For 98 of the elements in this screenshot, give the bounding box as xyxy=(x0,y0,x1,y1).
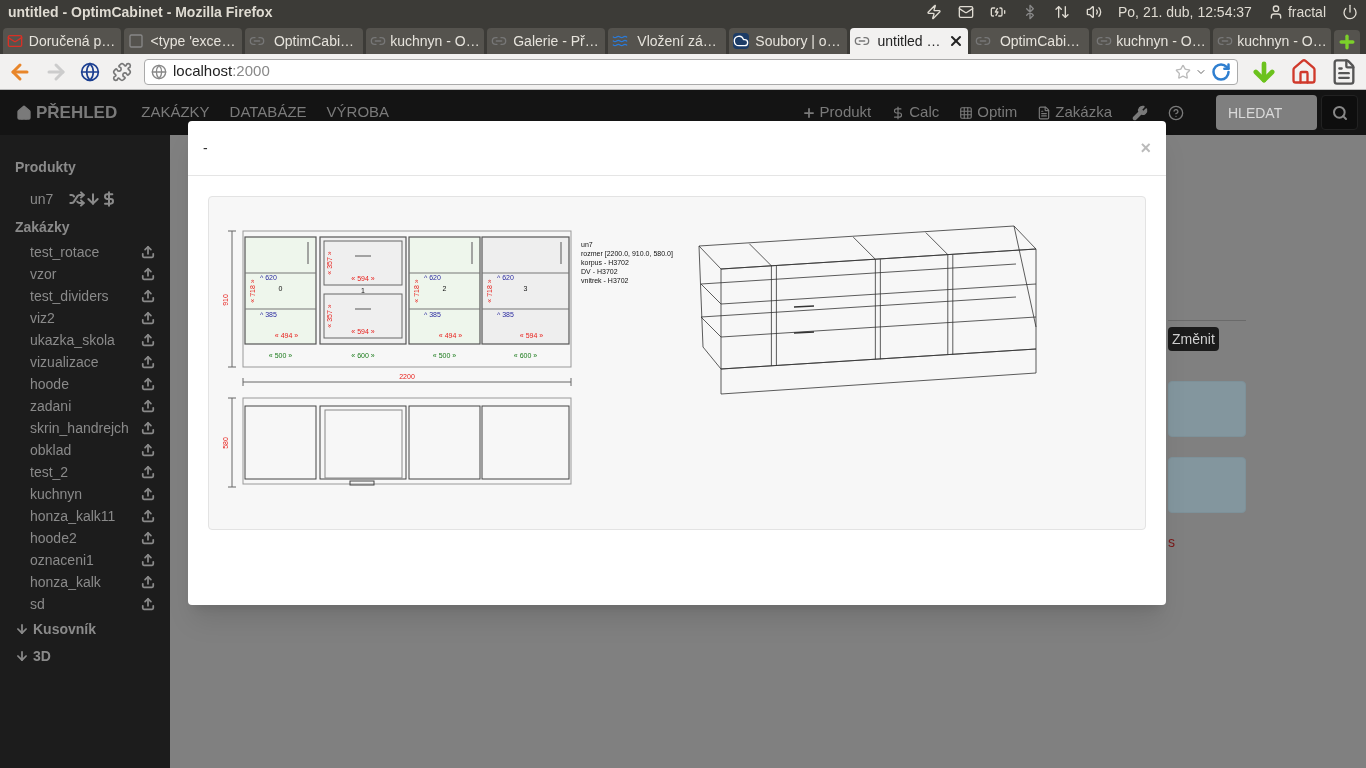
lightning-icon[interactable] xyxy=(926,4,942,20)
home-icon xyxy=(16,104,32,121)
upload-icon[interactable] xyxy=(141,333,155,347)
nav-link[interactable]: ZAKÁZKY xyxy=(141,101,210,124)
browser-tab[interactable]: kuchnyn - O… xyxy=(1092,28,1210,54)
url-port: :2000 xyxy=(232,61,270,82)
wrench-icon[interactable] xyxy=(1132,104,1148,121)
envelope-icon[interactable] xyxy=(958,4,974,20)
order-link[interactable]: honza_kalk xyxy=(30,571,101,593)
file-icon xyxy=(1037,105,1052,120)
upload-icon[interactable] xyxy=(141,465,155,479)
nav-link[interactable]: Calc xyxy=(909,101,940,124)
user-name[interactable]: fractal xyxy=(1287,1,1326,23)
browser-tab[interactable]: untitled … xyxy=(850,28,968,54)
order-link[interactable]: test_2 xyxy=(30,461,69,483)
status-text: s xyxy=(1168,533,1175,552)
search-button[interactable] xyxy=(1321,95,1358,130)
upload-icon[interactable] xyxy=(141,531,155,545)
upload-icon[interactable] xyxy=(141,399,155,413)
upload-icon[interactable] xyxy=(141,597,155,611)
puzzle-icon[interactable] xyxy=(112,61,132,82)
order-link[interactable]: hoode xyxy=(30,373,69,395)
browser-tab[interactable]: Doručená p… xyxy=(3,28,121,54)
reload-icon[interactable] xyxy=(1211,61,1231,82)
order-link[interactable]: vizualizace xyxy=(30,351,99,373)
shuffle-icon[interactable] xyxy=(69,191,86,207)
order-link[interactable]: test_rotace xyxy=(30,241,100,263)
order-link[interactable]: kuchnyn xyxy=(30,483,83,505)
down-arrow-icon xyxy=(15,649,29,663)
down-arrow-icon xyxy=(15,622,29,636)
globe-icon[interactable] xyxy=(80,61,100,82)
grid-icon xyxy=(959,105,974,120)
order-link[interactable]: hoode2 xyxy=(30,527,77,549)
order-link[interactable]: sd xyxy=(30,593,45,615)
nav-link[interactable]: VÝROBA xyxy=(326,101,390,124)
order-link[interactable]: viz2 xyxy=(30,307,55,329)
speaker-icon[interactable] xyxy=(1086,4,1102,20)
nav-link[interactable]: DATABÁZE xyxy=(229,101,307,124)
order-link[interactable]: oznaceni1 xyxy=(30,549,94,571)
plus-icon xyxy=(1337,32,1357,52)
power-icon[interactable] xyxy=(1342,4,1358,20)
browser-tab[interactable]: Galerie - Př… xyxy=(487,28,605,54)
browser-tab[interactable]: OptimCabi… xyxy=(245,28,363,54)
order-link[interactable]: vzor xyxy=(30,263,57,285)
upload-icon[interactable] xyxy=(141,355,155,369)
browser-tab[interactable]: Vložení zá… xyxy=(608,28,726,54)
square-icon xyxy=(128,33,144,49)
plus-icon xyxy=(801,105,816,120)
order-link[interactable]: test_dividers xyxy=(30,285,109,307)
modal-title: - xyxy=(203,138,208,158)
address-field[interactable]: localhost:2000 xyxy=(144,58,1238,85)
upload-icon[interactable] xyxy=(141,575,155,589)
product-link[interactable]: un7 xyxy=(30,188,54,210)
wave-icon xyxy=(612,33,628,49)
upload-icon[interactable] xyxy=(141,245,155,259)
browser-tab[interactable]: Soubory | o… xyxy=(729,28,847,54)
browser-tab[interactable]: kuchnyn - O… xyxy=(1213,28,1331,54)
nav-link[interactable]: Zakázka xyxy=(1055,101,1112,124)
upload-icon[interactable] xyxy=(141,487,155,501)
browser-tab[interactable]: <type 'exce… xyxy=(124,28,242,54)
order-link[interactable]: zadani xyxy=(30,395,72,417)
nav-link[interactable]: Optim xyxy=(977,101,1018,124)
upload-icon[interactable] xyxy=(141,311,155,325)
order-link[interactable]: honza_kalk11 xyxy=(30,505,116,527)
order-link[interactable]: ukazka_skola xyxy=(30,329,115,351)
home-icon[interactable] xyxy=(1290,57,1318,86)
battery-icon[interactable] xyxy=(990,4,1006,20)
help-icon[interactable] xyxy=(1168,104,1184,121)
browser-tab[interactable]: OptimCabi… xyxy=(971,28,1089,54)
upload-icon[interactable] xyxy=(141,267,155,281)
globe-icon xyxy=(151,63,167,80)
url-host: localhost xyxy=(173,61,233,82)
change-button[interactable]: Změnit xyxy=(1168,327,1219,351)
cloud-icon xyxy=(733,33,749,49)
star-icon[interactable] xyxy=(1175,63,1191,80)
network-icon[interactable] xyxy=(1054,4,1070,20)
clock[interactable]: Po, 21. dub, 12:54:37 xyxy=(1118,1,1252,23)
window-title: untitled - OptimCabinet - Mozilla Firefox xyxy=(8,2,273,22)
brand-link[interactable]: PŘEHLED xyxy=(36,99,118,126)
browser-tab[interactable]: kuchnyn - O… xyxy=(366,28,484,54)
upload-icon[interactable] xyxy=(141,421,155,435)
upload-icon[interactable] xyxy=(141,509,155,523)
nav-link[interactable]: Produkt xyxy=(819,101,872,124)
sidebar-section-link[interactable]: Kusovník xyxy=(33,618,96,640)
search-field[interactable]: HLEDAT xyxy=(1216,95,1317,130)
sidebar-heading: Zakázky xyxy=(15,217,71,237)
close-icon[interactable] xyxy=(948,33,964,49)
search-icon xyxy=(1331,104,1348,121)
upload-icon[interactable] xyxy=(141,289,155,303)
new-tab-button[interactable] xyxy=(1334,30,1360,54)
upload-icon[interactable] xyxy=(141,377,155,391)
order-link[interactable]: skrin_handrejch xyxy=(30,417,129,439)
mail-icon xyxy=(7,33,23,49)
order-link[interactable]: obklad xyxy=(30,439,72,461)
sidebar-heading: Produkty xyxy=(15,158,77,177)
sidebar-section-link[interactable]: 3D xyxy=(33,645,51,667)
upload-icon[interactable] xyxy=(141,443,155,457)
upload-icon[interactable] xyxy=(141,553,155,567)
